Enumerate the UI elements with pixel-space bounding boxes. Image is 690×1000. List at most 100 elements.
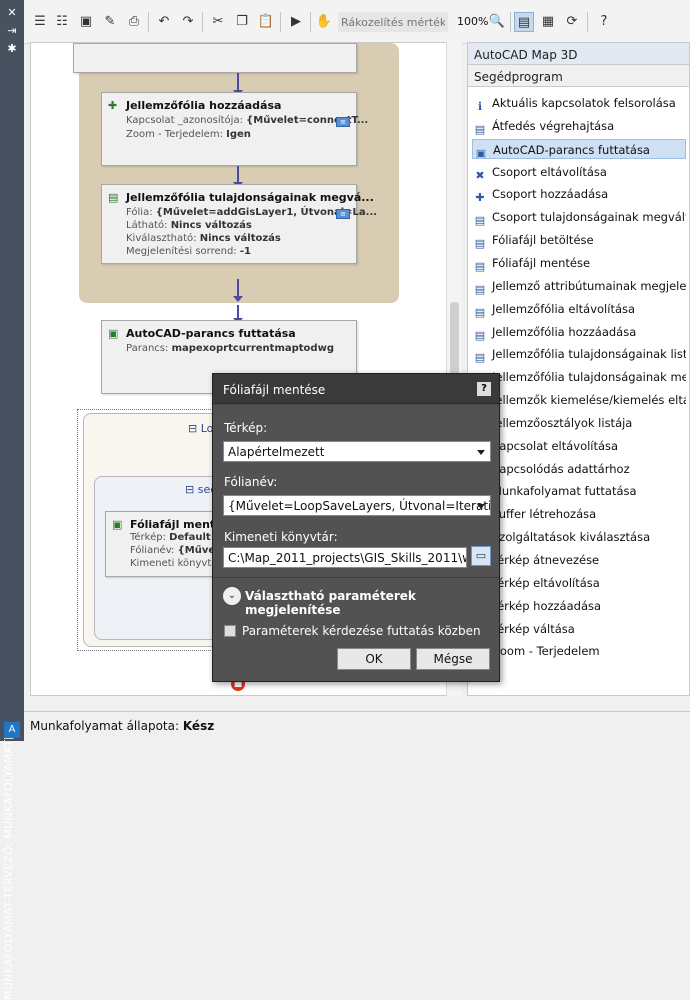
properties-icon[interactable]: ▦ bbox=[538, 12, 558, 32]
new-workflow-wizard-icon[interactable]: ☷ bbox=[52, 12, 72, 32]
layer-name-select[interactable]: {Művelet=LoopSaveLayers, Útvonal=Iterati… bbox=[223, 495, 491, 516]
sequence-background bbox=[79, 43, 399, 303]
chevron-down-icon bbox=[477, 450, 485, 455]
refresh-icon[interactable]: ⟳ bbox=[562, 12, 582, 32]
binding-icon[interactable]: ≡ bbox=[336, 117, 350, 127]
flow-arrow bbox=[233, 305, 243, 324]
pin-icon[interactable]: ⇥ bbox=[4, 24, 20, 38]
list-item-label: Csoport tulajdonságainak megváltoz bbox=[492, 210, 686, 225]
list-item[interactable]: ▤ Átfedés végrehajtása bbox=[472, 116, 686, 136]
settings-icon[interactable]: ✱ bbox=[4, 42, 20, 56]
pan-icon[interactable]: ✋ bbox=[314, 12, 334, 32]
workflow-card-top[interactable] bbox=[73, 43, 357, 73]
card-add-feature-layer[interactable]: ✚ Jellemzőfólia hozzáadása Kapcsolat _az… bbox=[101, 92, 368, 166]
card-layer-properties[interactable]: ▤ Jellemzőfólia tulajdonságainak megvá..… bbox=[101, 184, 377, 264]
list-item-label: Fóliafájl betöltése bbox=[492, 233, 594, 248]
card-title: AutoCAD-parancs futtatása bbox=[126, 327, 296, 340]
list-item[interactable]: ▤ Jellemzőfólia eltávolítása bbox=[472, 299, 686, 319]
save-icon[interactable]: ▣ bbox=[76, 12, 96, 32]
list-item[interactable]: ▤Kapcsolódás adattárhoz bbox=[472, 459, 686, 479]
list-item-label: Kapcsolat eltávolítása bbox=[492, 438, 619, 453]
panel-header[interactable]: AutoCAD Map 3D bbox=[468, 43, 689, 65]
toolbar-separator bbox=[202, 12, 203, 32]
command-icon: ▣ bbox=[475, 146, 487, 159]
list-item[interactable]: ▣ AutoCAD-parancs futtatása bbox=[472, 138, 686, 159]
panel-subheader[interactable]: Segédprogram bbox=[468, 65, 689, 87]
list-item-label: Térkép hozzáadása bbox=[492, 598, 602, 613]
output-folder-input[interactable]: C:\Map_2011_projects\GIS_Skills_2011\wor… bbox=[223, 547, 467, 568]
list-item[interactable]: ▤Térkép váltása bbox=[472, 619, 686, 639]
help-icon[interactable]: ? bbox=[477, 382, 491, 396]
list-item[interactable]: ▤Szolgáltatások kiválasztása bbox=[472, 527, 686, 547]
list-item[interactable]: ✚ Csoport hozzáadása bbox=[472, 184, 686, 204]
list-item[interactable]: ▤ Jellemzőfólia tulajdonságainak listája bbox=[472, 344, 686, 364]
cut-icon[interactable]: ✂ bbox=[208, 12, 228, 32]
copy-icon[interactable]: ❐ bbox=[232, 12, 252, 32]
list-item-label: Térkép eltávolítása bbox=[492, 575, 600, 590]
list-item[interactable]: ▤ Fóliafájl mentése bbox=[472, 253, 686, 273]
flow-arrow bbox=[233, 279, 243, 302]
list-item[interactable]: ▤Térkép átnevezése bbox=[472, 550, 686, 570]
loop-label[interactable]: ⊟ Lo bbox=[188, 422, 213, 435]
zoom-icon[interactable]: 🔍 bbox=[487, 12, 507, 32]
dialog-titlebar[interactable]: Fóliafájl mentése ? bbox=[213, 374, 499, 404]
list-item[interactable]: ▤Jellemzőfólia tulajdonságainak megv bbox=[472, 367, 686, 387]
list-item[interactable]: ▤Munkafolyamat futtatása bbox=[472, 481, 686, 501]
list-item[interactable]: ▤Jellemzők kiemelése/kiemelés eltávo bbox=[472, 390, 686, 410]
list-item-label: Térkép váltása bbox=[492, 621, 575, 636]
list-item[interactable]: ℹ Aktuális kapcsolatok felsorolása bbox=[472, 93, 686, 113]
list-item[interactable]: ▤Térkép hozzáadása bbox=[472, 596, 686, 616]
toolbar-separator bbox=[280, 12, 281, 32]
optional-params-toggle[interactable]: Választható paraméterek megjelenítése bbox=[245, 589, 499, 617]
prompt-params-label[interactable]: Paraméterek kérdezése futtatás közben bbox=[242, 624, 481, 638]
toolbar: ☰ ☷ ▣ ✎ ⎙ ↶ ↷ ✂ ❐ 📋 ▶ ✋ 100% 🔍 ▤ ▦ ⟳ ? bbox=[24, 0, 690, 44]
help-icon[interactable]: ? bbox=[594, 12, 614, 32]
list-item[interactable]: ▤Zoom - Terjedelem bbox=[472, 641, 686, 661]
attributes-icon: ▤ bbox=[474, 282, 486, 296]
ok-button[interactable]: OK bbox=[337, 648, 411, 670]
close-icon[interactable]: ✕ bbox=[4, 6, 20, 20]
paste-icon[interactable]: 📋 bbox=[256, 12, 276, 32]
layer-props-icon: ▤ bbox=[108, 191, 119, 204]
redo-icon[interactable]: ↷ bbox=[178, 12, 198, 32]
cancel-button[interactable]: Mégse bbox=[416, 648, 490, 670]
run-icon[interactable]: ▶ bbox=[286, 12, 306, 32]
layer-name-label: Fólianév: bbox=[224, 475, 278, 489]
card-row: Kimeneti könyvtár: bbox=[130, 558, 225, 569]
new-workflow-icon[interactable]: ☰ bbox=[30, 12, 50, 32]
list-item[interactable]: ▤Kapcsolat eltávolítása bbox=[472, 436, 686, 456]
list-item[interactable]: ▤Puffer létrehozása bbox=[472, 504, 686, 524]
zoom-level: 100% bbox=[457, 15, 489, 28]
palette-title: MUNKAFOLYAMAT-TERVEZŐ: MUNKAFOLYAMAT[1] bbox=[2, 723, 15, 1000]
list-item[interactable]: ▤ Fóliafájl betöltése bbox=[472, 230, 686, 250]
status-text: Munkafolyamat állapota: Kész bbox=[30, 719, 215, 733]
list-item-label: Jellemzőosztályok listája bbox=[492, 415, 633, 430]
list-item[interactable]: ▤ Jellemzőfólia hozzáadása bbox=[472, 322, 686, 342]
list-item[interactable]: ▤Térkép eltávolítása bbox=[472, 573, 686, 593]
flow-arrow bbox=[233, 73, 243, 96]
list-item-label: Jellemzőfólia hozzáadása bbox=[492, 324, 637, 339]
command-icon: ▣ bbox=[108, 327, 119, 340]
expand-icon[interactable]: ⌄ bbox=[223, 587, 241, 605]
activity-panel: AutoCAD Map 3D Segédprogram ℹ Aktuális ka… bbox=[467, 42, 690, 696]
save-as-icon[interactable]: ✎ bbox=[100, 12, 120, 32]
map-select[interactable]: Alapértelmezett bbox=[223, 441, 491, 462]
list-item-label: Jellemzőfólia tulajdonságainak listája bbox=[492, 347, 686, 362]
remove-layer-icon: ▤ bbox=[474, 305, 486, 319]
output-folder-label: Kimeneti könyvtár: bbox=[224, 530, 338, 544]
binding-icon[interactable]: ≡ bbox=[336, 209, 350, 219]
print-icon[interactable]: ⎙ bbox=[124, 12, 144, 32]
undo-icon[interactable]: ↶ bbox=[154, 12, 174, 32]
list-item-label: Kapcsolódás adattárhoz bbox=[492, 461, 630, 476]
list-item[interactable]: ✖ Csoport eltávolítása bbox=[472, 162, 686, 182]
list-item-label: Aktuális kapcsolatok felsorolása bbox=[492, 96, 676, 110]
list-item[interactable]: ▤ Jellemző attribútumainak megjelenít bbox=[472, 276, 686, 296]
layout-icon[interactable]: ▤ bbox=[514, 12, 534, 32]
list-item-label: Jellemző attribútumainak megjelenít bbox=[492, 278, 686, 293]
list-item[interactable]: ▤Jellemzőosztályok listája bbox=[472, 413, 686, 433]
prompt-params-checkbox[interactable] bbox=[224, 625, 236, 637]
zoom-factor-input[interactable] bbox=[338, 12, 448, 32]
list-item[interactable]: ▤ Csoport tulajdonságainak megváltoz bbox=[472, 207, 686, 227]
browse-folder-icon[interactable]: ▭ bbox=[471, 546, 491, 566]
list-item-label: Zoom - Terjedelem bbox=[492, 644, 600, 659]
